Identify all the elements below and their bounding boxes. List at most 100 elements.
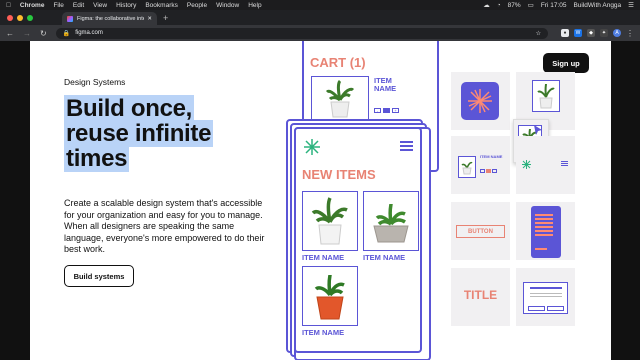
app-menu[interactable]: Chrome bbox=[20, 2, 45, 9]
dialog-card bbox=[523, 282, 568, 314]
profile-avatar[interactable]: A bbox=[613, 29, 621, 37]
section-eyebrow: Design Systems bbox=[64, 77, 126, 87]
product-card-image-1[interactable] bbox=[302, 191, 358, 251]
new-tab-icon[interactable]: + bbox=[163, 13, 168, 23]
tile-quantity bbox=[486, 169, 491, 173]
tile-title: TITLE bbox=[451, 268, 510, 326]
quantity-value bbox=[383, 108, 390, 113]
logo-badge bbox=[461, 82, 499, 120]
menu-edit[interactable]: Edit bbox=[73, 2, 84, 9]
apple-menu-icon[interactable]:  bbox=[6, 2, 11, 9]
close-tab-icon[interactable]: ✕ bbox=[147, 16, 152, 22]
back-icon[interactable]: ← bbox=[6, 29, 14, 38]
side-menu-items bbox=[535, 214, 553, 216]
tile-minus-button bbox=[480, 169, 485, 173]
tab-title: Figma: the collaborative interf bbox=[77, 15, 145, 22]
chrome-menu-icon[interactable]: ⋮ bbox=[626, 29, 634, 38]
build-systems-button[interactable]: Build systems bbox=[64, 265, 134, 287]
cart-title: CART (1) bbox=[310, 55, 366, 70]
tile-cart-item: ITEM NAME bbox=[451, 136, 510, 194]
extension-icon[interactable]: ◆ bbox=[587, 29, 595, 37]
product-name-3: ITEM NAME bbox=[302, 328, 345, 337]
menu-view[interactable]: View bbox=[93, 2, 107, 9]
menu-history[interactable]: History bbox=[116, 2, 136, 9]
headline: Build once, reuse infinite times bbox=[64, 95, 214, 172]
plant-white-pot-icon bbox=[461, 161, 473, 175]
menu-bookmarks[interactable]: Bookmarks bbox=[145, 2, 178, 9]
cart-item-image bbox=[311, 76, 369, 121]
cursor-arrow-icon bbox=[534, 125, 542, 135]
chrome-extension-icon[interactable]: ● bbox=[561, 29, 569, 37]
battery-icon[interactable]: ▭ bbox=[528, 1, 534, 9]
headline-line-3: times bbox=[64, 145, 130, 172]
macos-menu-bar:  Chrome File Edit View History Bookmark… bbox=[0, 0, 640, 10]
new-items-title: NEW ITEMS bbox=[302, 167, 376, 182]
plant-grey-pot-icon bbox=[373, 203, 409, 243]
quantity-plus-button[interactable]: + bbox=[392, 108, 399, 113]
burst-logo-icon bbox=[304, 139, 320, 155]
product-name-1: ITEM NAME bbox=[302, 253, 345, 262]
plant-white-pot-icon bbox=[537, 83, 555, 109]
tile-button: BUTTON bbox=[451, 202, 510, 260]
sample-button: BUTTON bbox=[456, 225, 505, 238]
plant-white-pot-icon bbox=[311, 197, 348, 245]
reload-icon[interactable]: ↻ bbox=[40, 29, 47, 38]
tile-logo bbox=[451, 72, 510, 130]
product-card-image-3[interactable] bbox=[302, 266, 358, 326]
tile-plus-button bbox=[492, 169, 497, 173]
tile-side-menu bbox=[516, 202, 575, 260]
word-extension-icon[interactable]: W bbox=[574, 29, 582, 37]
browser-tab-bar: Figma: the collaborative interf ✕ + bbox=[0, 10, 640, 25]
maximize-window-icon[interactable] bbox=[27, 14, 33, 21]
tile-menu-icon bbox=[561, 161, 568, 162]
user-name[interactable]: BuildWith Angga bbox=[573, 2, 621, 9]
address-bar[interactable]: 🔒 figma.com ☆ bbox=[55, 27, 548, 39]
dialog-button-left bbox=[528, 306, 545, 311]
browser-tab[interactable]: Figma: the collaborative interf ✕ bbox=[62, 12, 157, 25]
tile-cart-plant bbox=[458, 156, 476, 178]
lock-icon: 🔒 bbox=[62, 30, 71, 37]
hamburger-menu-line bbox=[400, 149, 413, 151]
tile-nav-bar bbox=[516, 136, 575, 194]
product-card-image-2[interactable] bbox=[363, 191, 419, 251]
cart-item-name: ITEM NAME bbox=[374, 76, 397, 93]
product-name-2: ITEM NAME bbox=[363, 253, 406, 262]
wifi-icon[interactable]: ◔ bbox=[497, 2, 501, 9]
menu-help[interactable]: Help bbox=[248, 2, 261, 9]
figma-favicon-icon bbox=[67, 15, 73, 22]
browser-toolbar: ← → ↻ 🔒 figma.com ☆ ● W ◆ ✦ A ⋮ bbox=[0, 25, 640, 41]
puzzle-extension-icon[interactable]: ✦ bbox=[600, 29, 608, 37]
plant-orange-pot-icon bbox=[314, 274, 345, 320]
hamburger-menu-icon[interactable] bbox=[400, 141, 413, 143]
control-center-icon[interactable]: ☰ bbox=[628, 1, 634, 9]
menu-people[interactable]: People bbox=[187, 2, 207, 9]
headline-line-2: reuse infinite bbox=[64, 120, 214, 147]
battery-percent[interactable]: 87% bbox=[508, 2, 521, 9]
quantity-minus-button[interactable]: - bbox=[374, 108, 381, 113]
headline-line-1: Build once, bbox=[64, 95, 195, 122]
window-controls bbox=[0, 10, 62, 25]
cloud-icon[interactable]: ☁ bbox=[483, 1, 490, 9]
burst-logo-icon bbox=[522, 160, 531, 169]
forward-icon[interactable]: → bbox=[23, 29, 31, 38]
menu-window[interactable]: Window bbox=[216, 2, 239, 9]
description: Create a scalable design system that's a… bbox=[64, 198, 265, 254]
minimize-window-icon[interactable] bbox=[17, 14, 23, 21]
tile-dialog bbox=[516, 268, 575, 326]
close-window-icon[interactable] bbox=[7, 14, 13, 21]
tile-plant-image bbox=[532, 80, 560, 112]
side-menu-footer bbox=[535, 248, 547, 250]
tile-item-name: ITEM NAME bbox=[480, 154, 503, 159]
clock[interactable]: Fri 17:05 bbox=[541, 2, 567, 9]
plant-white-pot-icon bbox=[325, 79, 355, 117]
dialog-title-line bbox=[530, 287, 562, 289]
dialog-button-right bbox=[547, 306, 564, 311]
side-menu-panel bbox=[531, 206, 561, 258]
sign-up-button[interactable]: Sign up bbox=[543, 53, 589, 73]
dialog-text-lines bbox=[530, 293, 562, 294]
url-text: figma.com bbox=[75, 30, 103, 36]
sample-title: TITLE bbox=[463, 288, 498, 302]
menu-file[interactable]: File bbox=[53, 2, 63, 9]
figma-page: Sign up Design Systems Build once, reuse… bbox=[30, 41, 611, 360]
bookmark-star-icon[interactable]: ☆ bbox=[536, 30, 541, 37]
